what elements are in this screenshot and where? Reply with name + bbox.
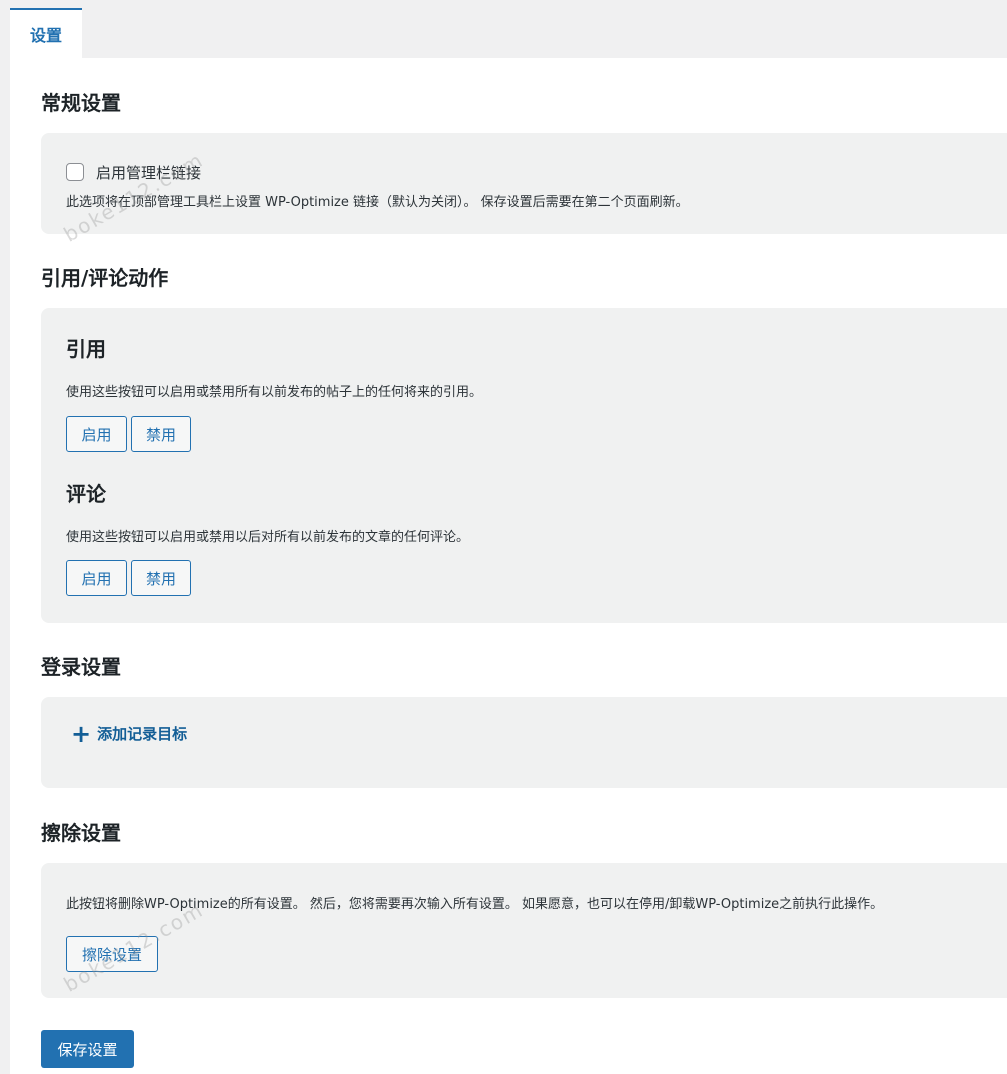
wipe-settings-box: 此按钮将删除WP-Optimize的所有设置。 然后，您将需要再次输入所有设置。…: [41, 863, 1007, 998]
plus-icon: +: [71, 719, 92, 748]
comments-title: 评论: [66, 482, 106, 506]
wipe-settings-description: 此按钮将删除WP-Optimize的所有设置。 然后，您将需要再次输入所有设置。…: [66, 897, 884, 912]
comments-description: 使用这些按钮可以启用或禁用以后对所有以前发布的文章的任何评论。: [66, 530, 470, 545]
admin-bar-link-checkbox[interactable]: [66, 163, 84, 181]
trackbacks-description: 使用这些按钮可以启用或禁用所有以前发布的帖子上的任何将来的引用。: [66, 385, 483, 400]
admin-bar-link-label[interactable]: 启用管理栏链接: [96, 163, 201, 183]
logging-settings-box: + 添加记录目标: [41, 697, 1007, 788]
wipe-settings-title: 擦除设置: [41, 821, 121, 845]
tab-bar: 设置: [10, 0, 1007, 58]
admin-bar-link-description: 此选项将在顶部管理工具栏上设置 WP-Optimize 链接（默认为关闭）。 保…: [66, 195, 689, 210]
wipe-settings-button[interactable]: 擦除设置: [66, 936, 158, 972]
trackback-comment-title: 引用/评论动作: [41, 266, 169, 290]
trackback-comment-box: 引用 使用这些按钮可以启用或禁用所有以前发布的帖子上的任何将来的引用。 启用 禁…: [41, 308, 1007, 623]
comments-disable-button[interactable]: 禁用: [131, 560, 191, 596]
save-settings-button[interactable]: 保存设置: [41, 1030, 134, 1068]
settings-panel: 常规设置 启用管理栏链接 此选项将在顶部管理工具栏上设置 WP-Optimize…: [10, 58, 1007, 1074]
general-settings-title: 常规设置: [41, 91, 121, 115]
trackbacks-disable-button[interactable]: 禁用: [131, 416, 191, 452]
general-settings-box: 启用管理栏链接 此选项将在顶部管理工具栏上设置 WP-Optimize 链接（默…: [41, 133, 1007, 234]
trackbacks-enable-button[interactable]: 启用: [66, 416, 127, 452]
comments-enable-button[interactable]: 启用: [66, 560, 127, 596]
tab-settings[interactable]: 设置: [10, 8, 82, 58]
logging-settings-title: 登录设置: [41, 655, 121, 679]
trackbacks-title: 引用: [66, 337, 106, 361]
add-logging-destination-link[interactable]: + 添加记录目标: [71, 719, 188, 748]
add-logging-destination-label: 添加记录目标: [97, 725, 188, 743]
